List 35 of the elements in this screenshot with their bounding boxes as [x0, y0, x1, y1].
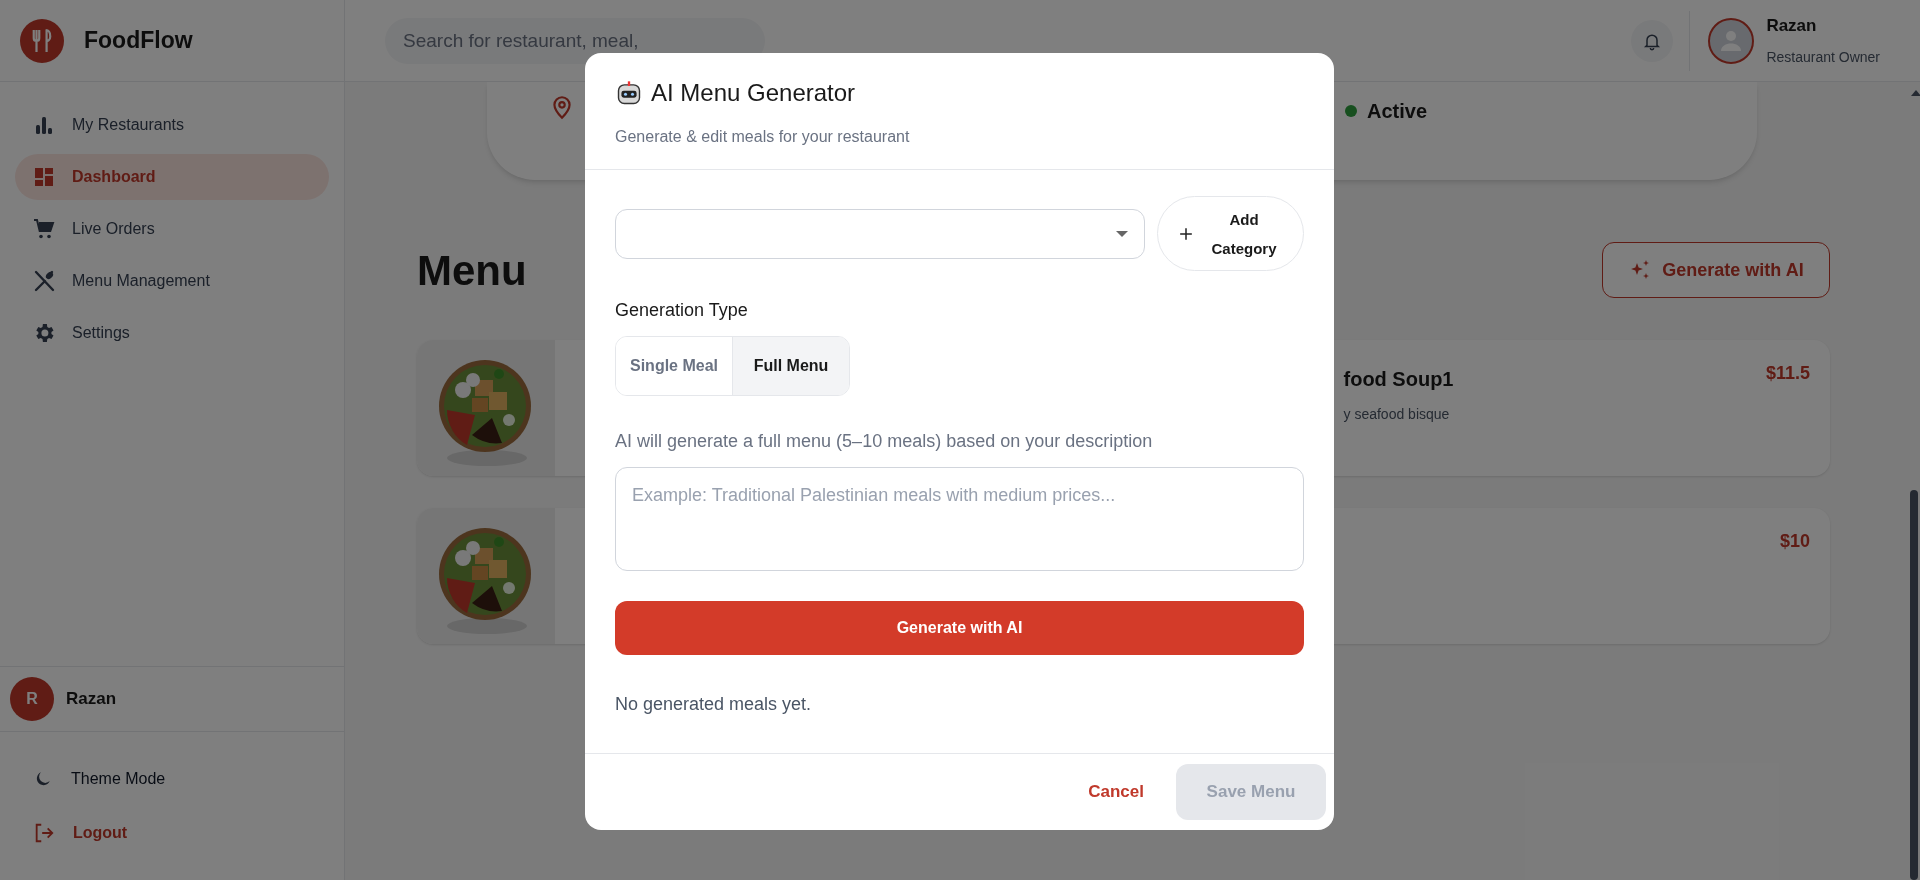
user-role: Restaurant Owner — [1766, 47, 1880, 67]
status-text: Active — [1367, 99, 1428, 124]
description-field[interactable]: Example: Traditional Palestinian meals with medium prices... — [615, 467, 1304, 571]
sidebar-item[interactable]: Menu Management — [15, 258, 329, 304]
meal-price: $10 — [1779, 530, 1810, 553]
caret-icon — [1116, 230, 1128, 237]
cart-icon — [32, 217, 56, 241]
generate-button[interactable]: Generate with AI — [615, 601, 1304, 655]
empty-message: No generated meals yet. — [615, 693, 813, 716]
section-label: Generation Type — [615, 299, 749, 322]
segment-tab[interactable]: Full Menu — [732, 337, 849, 395]
theme-mode-button[interactable]: Theme Mode — [15, 752, 329, 806]
meal-description: y seafood bisque — [1343, 405, 1451, 424]
logo-icon — [20, 18, 64, 63]
search-field[interactable]: Search for restaurant, meal, — [385, 17, 765, 64]
page-title: Menu — [417, 245, 527, 296]
user-name: Razan — [1766, 15, 1818, 38]
logout-icon — [33, 822, 55, 844]
sidebar-item[interactable]: Dashboard — [15, 154, 329, 200]
generate-ai-button[interactable]: Generate with AI — [1602, 242, 1830, 298]
app-name: FoodFlow — [84, 26, 193, 56]
modal-subtitle: Generate & edit meals for your restaurant — [615, 127, 911, 147]
sidebar-item[interactable]: My Restaurants — [15, 102, 329, 148]
dashboard-icon — [32, 165, 56, 189]
robot-icon — [615, 79, 643, 107]
cancel-button[interactable]: Cancel — [1088, 779, 1144, 805]
fork-spoon-icon — [32, 269, 56, 293]
user-name: Razan — [66, 688, 117, 711]
meal-title: food Soup1 — [1343, 367, 1454, 392]
user-avatar: R — [10, 677, 54, 721]
meal-price: $11.5 — [1765, 362, 1810, 385]
sidebar-item[interactable]: Live Orders — [15, 206, 329, 252]
logout-button[interactable]: Logout — [15, 806, 329, 860]
sidebar-item[interactable]: Settings — [15, 310, 329, 356]
modal-title: AI Menu Generator — [651, 78, 856, 108]
